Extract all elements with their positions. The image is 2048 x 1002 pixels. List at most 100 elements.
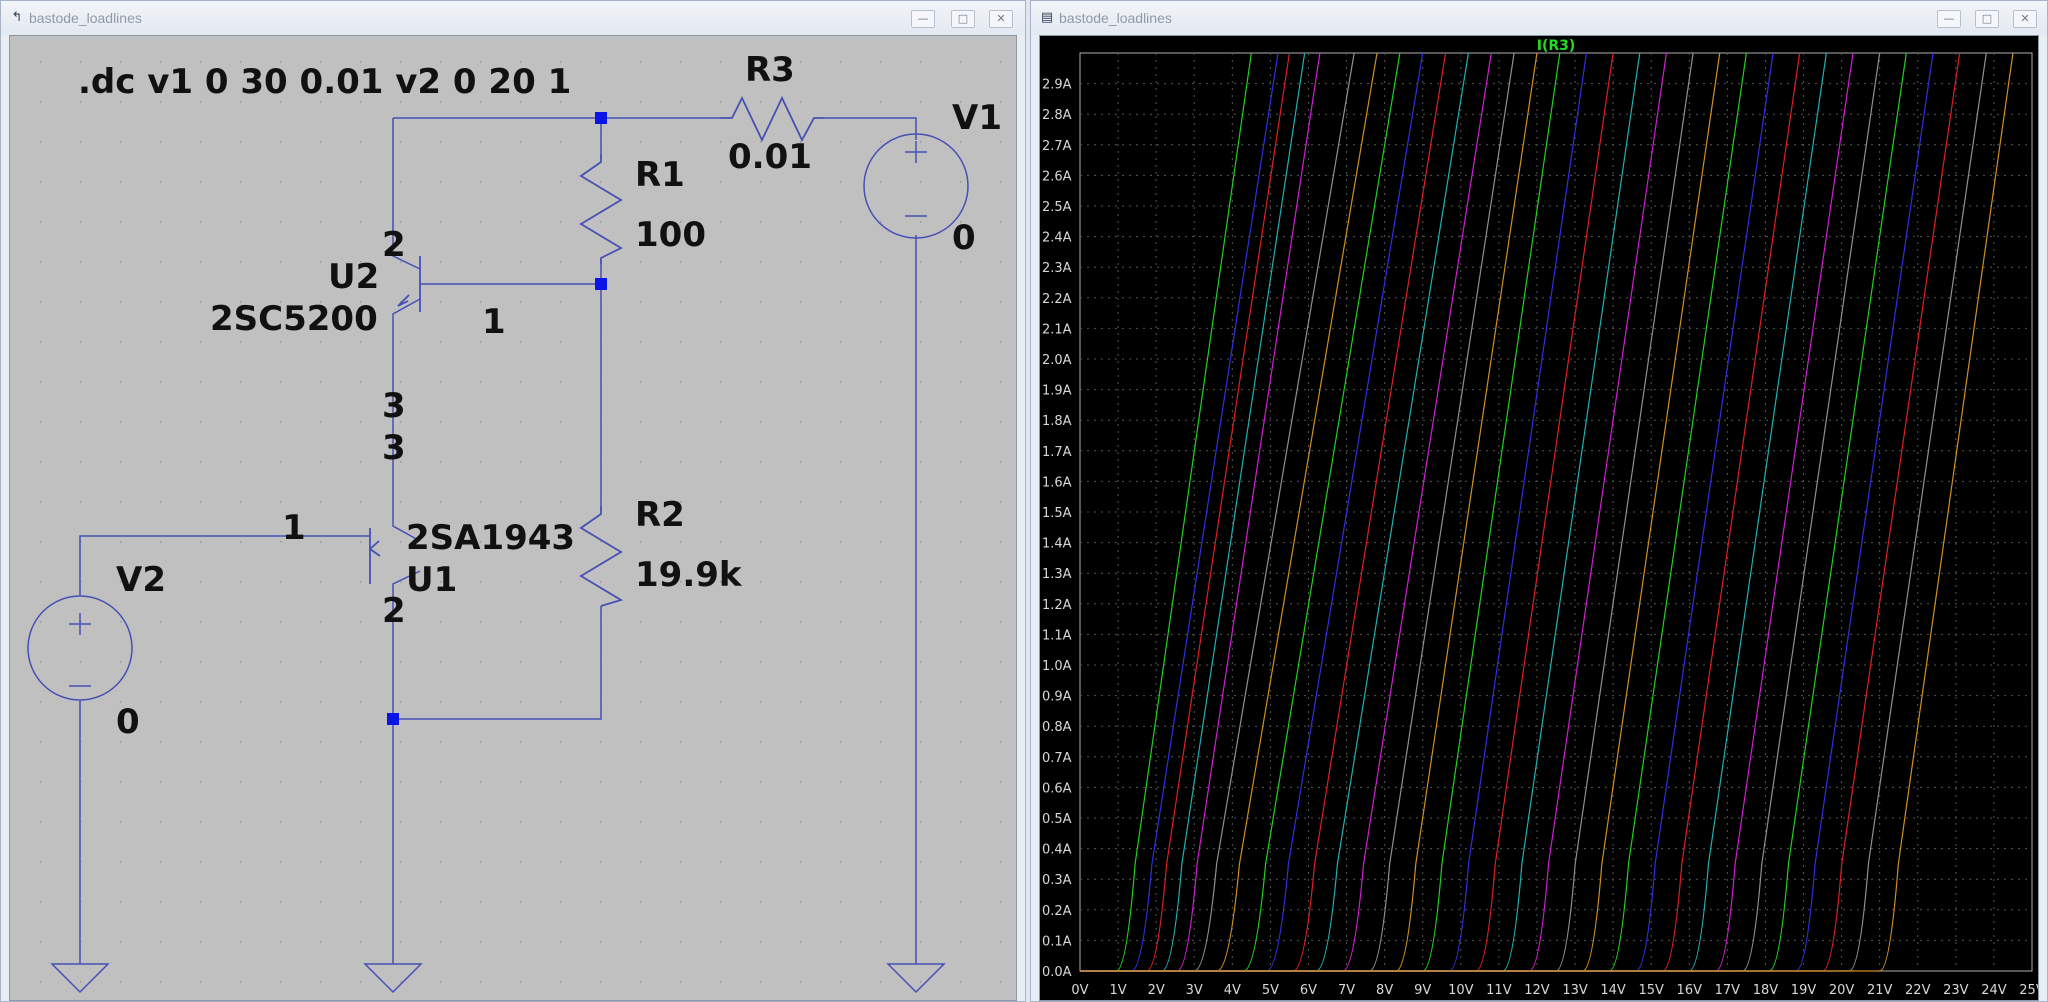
y-tick-label: 2.7A [1042,139,1072,154]
plot-traces [1080,52,2014,972]
trace-line-24[interactable] [1080,52,1801,972]
y-tick-label: 2.1A [1042,322,1072,337]
x-tick-label: 17V [1715,983,1741,998]
y-tick-label: 1.4A [1042,537,1072,552]
u2-model[interactable]: 2SC5200 [210,299,378,339]
r1-resistor-symbol[interactable] [579,154,623,264]
y-tick-label: 1.2A [1042,598,1072,613]
r1-name[interactable]: R1 [635,155,685,195]
u2-name[interactable]: U2 [328,257,379,297]
plot-grid [1079,52,2033,972]
plot-trace-title[interactable]: I(R3) [1537,38,1576,54]
ground-symbol-u1 [363,963,423,994]
schematic-window-titlebar[interactable]: ↰ bastode_loadlines — □ ✕ [1,1,1025,35]
y-tick-label: 0.8A [1042,720,1072,735]
x-tick-label: 0V [1071,983,1088,998]
x-tick-label: 3V [1186,983,1203,998]
trace-line-14[interactable] [1080,52,1538,972]
v2-value[interactable]: 0 [116,702,140,742]
r3-value[interactable]: 0.01 [728,137,812,177]
y-tick-label: 0.2A [1042,904,1072,919]
junction-top [595,112,607,124]
maximize-button[interactable]: □ [1975,10,1999,28]
dc-sweep-directive[interactable]: .dc v1 0 30 0.01 v2 0 20 1 [78,62,571,102]
schematic-canvas[interactable]: .dc v1 0 30 0.01 v2 0 20 1 R3 0.01 R1 10… [9,35,1017,1001]
u2-pin-base: 1 [482,302,506,342]
u1-model[interactable]: 2SA1943 [406,518,575,558]
y-tick-label: 1.8A [1042,414,1072,429]
y-tick-label: 2.0A [1042,353,1072,368]
trace-line-12[interactable] [1080,52,1492,972]
plot-canvas[interactable]: I(R3) 0.0A 0.1A 0.2A 0.3A 0.4A 0.5A 0.6A 0.7A 0.… [1039,35,2039,1001]
u2-pin-collector: 2 [382,225,406,265]
u1-name[interactable]: U1 [406,560,457,600]
v1-name[interactable]: V1 [952,98,1002,138]
ground-symbol-v2 [50,963,110,994]
y-tick-label: 1.7A [1042,445,1072,460]
trace-line-6[interactable] [1080,52,1355,972]
r2-resistor-symbol[interactable] [579,506,624,607]
x-tick-label: 10V [1448,983,1474,998]
u1-pnp-transistor-symbol[interactable] [368,528,381,584]
plot-window-title: bastode_loadlines [1059,10,1172,26]
schematic-window-title: bastode_loadlines [29,10,142,26]
waveform-viewer-icon: ▤ [1040,10,1054,25]
u1-pin-emitter: 3 [382,428,406,468]
x-tick-label: 21V [1867,983,1893,998]
junction-bottom [387,713,399,725]
x-tick-label: 20V [1829,983,1855,998]
trace-line-3[interactable] [1080,52,1291,972]
x-tick-label: 8V [1376,983,1393,998]
r3-name[interactable]: R3 [745,50,795,90]
y-tick-label: 2.4A [1042,231,1072,246]
minimize-button[interactable]: — [1937,10,1961,28]
v2-voltage-source-symbol[interactable] [27,595,133,701]
wire-r3-v1 [824,117,917,140]
ltspice-schematic-icon: ↰ [11,10,23,25]
y-tick-label: 2.6A [1042,169,1072,184]
r2-value[interactable]: 19.9k [635,555,743,595]
schematic-window[interactable]: ↰ bastode_loadlines — □ ✕ .dc v1 0 30 0.… [0,0,1026,1002]
x-tick-label: 18V [1753,983,1779,998]
trace-line-25[interactable] [1080,52,1827,972]
r1-value[interactable]: 100 [635,215,706,255]
u1-pin-base: 1 [282,508,306,548]
maximize-button[interactable]: □ [951,10,975,28]
x-tick-label: 2V [1148,983,1165,998]
close-button[interactable]: ✕ [989,10,1013,28]
v2-name[interactable]: V2 [116,560,166,600]
r3-resistor-symbol[interactable] [720,95,824,143]
schematic-drawing[interactable]: .dc v1 0 30 0.01 v2 0 20 1 R3 0.01 R1 10… [10,36,1017,1001]
x-tick-label: 9V [1414,983,1431,998]
minimize-button[interactable]: — [911,10,935,28]
y-tick-label: 1.0A [1042,659,1072,674]
r2-name[interactable]: R2 [635,495,685,535]
y-tick-label: 0.6A [1042,781,1072,796]
y-tick-label: 2.3A [1042,261,1072,276]
x-tick-label: 15V [1638,983,1664,998]
v1-value[interactable]: 0 [952,218,976,258]
trace-line-8[interactable] [1080,52,1401,972]
y-tick-label: 1.9A [1042,384,1072,399]
x-tick-label: 4V [1224,983,1241,998]
x-tick-label: 13V [1562,983,1588,998]
y-tick-label: 0.7A [1042,751,1072,766]
x-tick-label: 22V [1905,983,1931,998]
plot-window-titlebar[interactable]: ▤ bastode_loadlines — □ ✕ [1031,1,2047,35]
y-tick-label: 1.6A [1042,475,1072,490]
y-tick-label: 2.8A [1042,108,1072,123]
x-tick-label: 24V [1981,983,2007,998]
close-button[interactable]: ✕ [2013,10,2037,28]
y-tick-label: 2.5A [1042,200,1072,215]
y-tick-label: 0.9A [1042,690,1072,705]
x-tick-label: 1V [1109,983,1126,998]
x-tick-label: 7V [1338,983,1355,998]
plot-window[interactable]: ▤ bastode_loadlines — □ ✕ I(R3) 0.0A 0.1A… [1030,0,2048,1002]
y-tick-label: 0.3A [1042,873,1072,888]
trace-line-18[interactable] [1080,52,1641,972]
y-tick-label: 2.9A [1042,78,1072,93]
iv-plot[interactable]: I(R3) 0.0A0.1A0.2A0.3A0.4A0.5A0.6A0.7A0.… [1040,36,2039,1001]
x-tick-label: 12V [1524,983,1550,998]
x-tick-label: 23V [1943,983,1969,998]
ground-symbol-v1 [886,963,946,994]
